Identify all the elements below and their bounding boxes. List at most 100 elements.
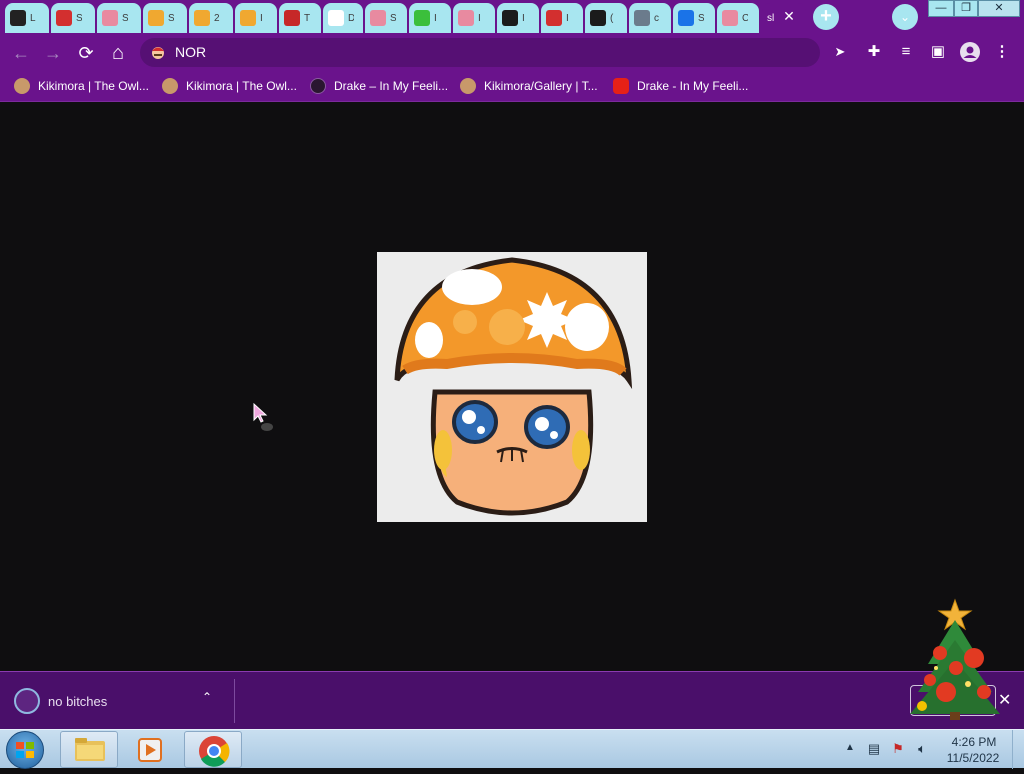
tab-title: I bbox=[434, 12, 437, 24]
clock-time[interactable]: 4:26 PM bbox=[945, 735, 1003, 749]
download-menu-caret-icon[interactable]: ⌃ bbox=[202, 690, 212, 704]
tab-title: I bbox=[260, 12, 263, 24]
christmas-tree-icon bbox=[910, 598, 1000, 720]
tab-1[interactable]: S bbox=[51, 3, 95, 33]
gear-icon bbox=[678, 10, 694, 26]
tab-3[interactable]: S bbox=[143, 3, 187, 33]
mushroom-icon bbox=[148, 10, 164, 26]
bookmark-item[interactable]: Kikimora | The Owl... bbox=[162, 77, 297, 95]
bookmark-label: Kikimora | The Owl... bbox=[38, 79, 149, 93]
tab-title: D bbox=[348, 12, 354, 24]
tab-title: I bbox=[522, 12, 525, 24]
taskbar-explorer[interactable] bbox=[60, 731, 118, 768]
mouse-cursor bbox=[253, 402, 273, 431]
mario-icon bbox=[546, 10, 562, 26]
puzzle-icon[interactable]: ✚ bbox=[864, 42, 884, 62]
tray-overflow-icon[interactable]: ▲ bbox=[845, 742, 855, 753]
tab-title: S bbox=[122, 12, 128, 24]
shelf-divider bbox=[234, 679, 235, 723]
owl-icon bbox=[162, 78, 178, 94]
restore-button[interactable]: ❐ bbox=[954, 0, 978, 17]
tab-4[interactable]: 2 bbox=[189, 3, 233, 33]
minimize-button[interactable]: — bbox=[928, 0, 954, 17]
tab-0[interactable]: L bbox=[5, 3, 49, 33]
url-text: NOR bbox=[175, 44, 207, 60]
store-icon bbox=[458, 10, 474, 26]
show-desktop-button[interactable] bbox=[1012, 730, 1024, 769]
address-bar[interactable]: NOR bbox=[140, 38, 820, 67]
tab-9[interactable]: I bbox=[409, 3, 451, 33]
owl-icon bbox=[460, 78, 476, 94]
profile-icon[interactable] bbox=[960, 42, 980, 62]
tab-title: I bbox=[566, 12, 569, 24]
bookmark-item[interactable]: Kikimora/Gallery | T... bbox=[460, 77, 598, 95]
file-icon bbox=[14, 688, 40, 714]
action-center-icon[interactable]: ⚑ bbox=[889, 740, 907, 758]
download-item[interactable]: no bitches bbox=[14, 686, 107, 716]
bookmark-label: Kikimora/Gallery | T... bbox=[484, 79, 598, 93]
tab-11[interactable]: I bbox=[497, 3, 539, 33]
tab-title: L bbox=[30, 12, 36, 24]
page-content bbox=[0, 103, 1024, 671]
clock-date[interactable]: 11/5/2022 bbox=[940, 751, 1006, 765]
menu-icon[interactable]: ⋮ bbox=[992, 42, 1012, 62]
tab-title: S bbox=[168, 12, 174, 24]
mario-icon bbox=[152, 47, 164, 59]
cursor-extension-icon[interactable]: ➤ bbox=[830, 42, 850, 62]
windows-logo-icon bbox=[16, 742, 34, 758]
new-tab-button[interactable]: + bbox=[813, 4, 839, 30]
mushroom-image bbox=[394, 257, 633, 516]
tab-active-title: sl bbox=[767, 12, 775, 24]
back-button[interactable]: ← bbox=[8, 40, 34, 66]
frog-icon bbox=[414, 10, 430, 26]
side-panel-icon[interactable]: ▣ bbox=[928, 42, 948, 62]
bookmark-label: Kikimora | The Owl... bbox=[186, 79, 297, 93]
tab-15[interactable]: S bbox=[673, 3, 715, 33]
media-queue-icon[interactable]: ≡ bbox=[896, 42, 916, 62]
bookmark-item[interactable]: Drake – In My Feeli... bbox=[310, 77, 448, 95]
tab-13[interactable]: ( bbox=[585, 3, 627, 33]
download-filename: no bitches bbox=[48, 693, 108, 709]
bookmark-item[interactable]: Drake - In My Feeli... bbox=[613, 77, 748, 95]
tab-title: c bbox=[654, 12, 659, 24]
tab-16[interactable]: C bbox=[717, 3, 759, 33]
tab-2[interactable]: S bbox=[97, 3, 141, 33]
tab-title: S bbox=[698, 12, 704, 24]
tab-title: C bbox=[742, 12, 748, 24]
youtube-icon bbox=[613, 78, 629, 94]
bookmark-label: Drake - In My Feeli... bbox=[637, 79, 749, 93]
download-shelf: no bitches ⌃ ✕ bbox=[0, 671, 1024, 729]
tab-search-button[interactable]: ⌄ bbox=[892, 4, 918, 30]
mario-icon bbox=[56, 10, 72, 26]
image-viewer[interactable] bbox=[377, 252, 647, 522]
tab-6[interactable]: T bbox=[279, 3, 321, 33]
store-icon bbox=[722, 10, 738, 26]
home-button[interactable]: ⌂ bbox=[105, 40, 131, 66]
close-window-button[interactable]: ✕ bbox=[978, 0, 1020, 17]
video-icon bbox=[284, 10, 300, 26]
tab-7[interactable]: D bbox=[323, 3, 363, 33]
windows-taskbar: ▲ ▤ ⚑ 🔈︎ 4:26 PM 11/5/2022 bbox=[0, 729, 1024, 769]
tab-14[interactable]: c bbox=[629, 3, 671, 33]
taskbar-chrome[interactable] bbox=[184, 731, 242, 768]
tab-title: S bbox=[390, 12, 396, 24]
reload-button[interactable]: ⟳ bbox=[73, 40, 99, 66]
tab-10[interactable]: I bbox=[453, 3, 495, 33]
chrome-icon bbox=[199, 736, 230, 767]
volume-icon[interactable]: 🔈︎ bbox=[913, 740, 931, 758]
tab-5[interactable]: I bbox=[235, 3, 277, 33]
tab-title: S bbox=[76, 12, 82, 24]
start-button[interactable] bbox=[6, 731, 44, 769]
tab-12[interactable]: I bbox=[541, 3, 583, 33]
taskbar-media-player[interactable] bbox=[122, 731, 180, 768]
tab-8[interactable]: S bbox=[365, 3, 407, 33]
game-icon bbox=[10, 10, 26, 26]
mushroom-icon bbox=[194, 10, 210, 26]
tab-title: 2 bbox=[214, 12, 220, 24]
tab-title: T bbox=[304, 12, 310, 24]
power-icon bbox=[590, 10, 606, 26]
bookmark-item[interactable]: Kikimora | The Owl... bbox=[14, 77, 149, 95]
forward-button[interactable]: → bbox=[40, 40, 66, 66]
tab-close-icon[interactable]: ✕ bbox=[781, 8, 797, 24]
network-icon[interactable]: ▤ bbox=[865, 740, 883, 758]
